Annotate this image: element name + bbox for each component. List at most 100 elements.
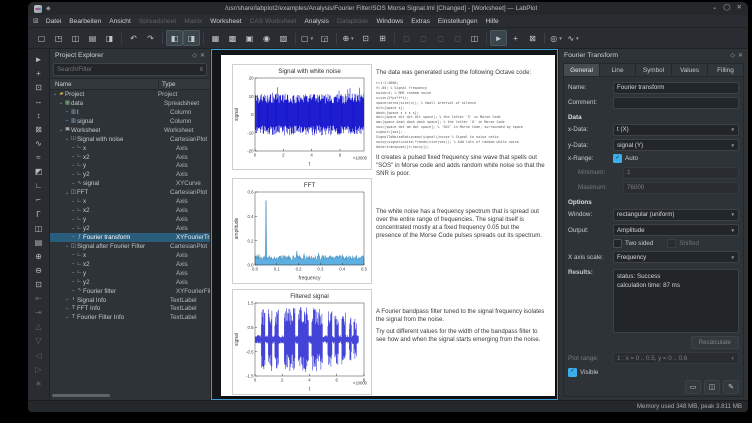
tree-row[interactable]: –∟x2Axis xyxy=(50,206,210,215)
tab-filling[interactable]: Filling xyxy=(708,63,744,77)
print-preview-icon[interactable]: ◨ xyxy=(101,30,118,46)
two-sided-checkbox[interactable] xyxy=(613,239,622,248)
maximize-icon[interactable]: ◯ xyxy=(723,5,730,12)
zoom-mode-icon[interactable]: ⊕▼ xyxy=(340,30,357,46)
tree-row[interactable]: –∟xAxis xyxy=(50,251,210,260)
minimize-icon[interactable]: ⌄ xyxy=(712,5,717,12)
comment-field[interactable] xyxy=(613,97,739,109)
new-project-icon[interactable]: ▢ xyxy=(33,30,50,46)
tree-row[interactable]: –∟y2Axis xyxy=(50,224,210,233)
tree-row[interactable]: –∟x2Axis xyxy=(50,153,210,162)
visible-checkbox[interactable]: ✓ xyxy=(568,368,577,377)
plot-fft[interactable]: FFT0.00.20.40.60.00.10.20.30.40.5amplitu… xyxy=(232,178,372,284)
close-dock-icon[interactable]: ✕ xyxy=(738,52,743,59)
float-dock-icon[interactable]: ◇ xyxy=(192,52,197,59)
search-input[interactable] xyxy=(57,66,197,73)
menu-item-extras[interactable]: Extras xyxy=(407,18,434,25)
print-icon[interactable]: ▤ xyxy=(84,30,101,46)
toggle-project-explorer-icon[interactable]: ◧ xyxy=(166,30,183,46)
add-horizontal-axis-icon[interactable]: ⌐ xyxy=(31,193,46,207)
tree-row[interactable]: –∿signalXYCurve xyxy=(50,179,210,188)
tab-values[interactable]: Values xyxy=(672,63,708,77)
tree-row[interactable]: ⌄▣WorksheetWorksheet xyxy=(50,126,210,135)
select-icon[interactable]: ► xyxy=(31,52,46,66)
crosshair-mode-icon[interactable]: + xyxy=(507,30,524,46)
load-template-icon[interactable]: ▭ xyxy=(685,380,701,394)
zoom-in-icon[interactable]: ⊕ xyxy=(31,249,46,263)
close-icon[interactable]: ✕ xyxy=(737,5,742,12)
new-datapicker-icon[interactable]: ◉ xyxy=(258,30,275,46)
new-note-icon[interactable]: ▧ xyxy=(275,30,292,46)
worksheet-view[interactable]: The data was generated using the followi… xyxy=(211,49,558,400)
menu-item-bearbeiten[interactable]: Bearbeiten xyxy=(65,18,105,25)
column-header-name[interactable]: Name xyxy=(50,81,159,88)
tree-row[interactable]: –ƒFourier transformXYFourierTransformCur… xyxy=(50,233,210,242)
zoom-select-region-icon[interactable]: ⊡ xyxy=(31,80,46,94)
name-field[interactable] xyxy=(613,82,739,94)
add-equation-curve-icon[interactable]: ≈ xyxy=(31,151,46,165)
menu-item-ansicht[interactable]: Ansicht xyxy=(105,18,135,25)
recalculate-button[interactable]: Recalculate xyxy=(691,336,739,349)
zoom-select-icon[interactable]: ⊞ xyxy=(374,30,391,46)
menu-item-worksheet[interactable]: Worksheet xyxy=(206,18,245,25)
tree-row[interactable]: –TFFT InfoTextLabel xyxy=(50,305,210,314)
tree-row[interactable]: ⌄▦dataSpreadsheet xyxy=(50,99,210,108)
tree-row[interactable]: –∟xAxis xyxy=(50,197,210,206)
xdata-combo[interactable]: t (X)▼ xyxy=(613,124,739,136)
add-legend-icon[interactable]: ▤ xyxy=(31,235,46,249)
zoom-x-region-icon[interactable]: ↔ xyxy=(31,94,46,108)
tree-row[interactable]: –∟yAxis xyxy=(50,269,210,278)
new-worksheet-icon[interactable]: ▣ xyxy=(241,30,258,46)
window-combo[interactable]: rectangular (uniform)▼ xyxy=(613,209,739,221)
tree-column-headers[interactable]: Name Type xyxy=(50,78,210,90)
import-icon[interactable]: ◲ xyxy=(316,30,333,46)
document-menu-icon[interactable]: ⊠ xyxy=(33,17,39,25)
tree-row[interactable]: ⌄▰ProjectProject xyxy=(50,90,210,99)
add-plot-icon[interactable]: ◫ xyxy=(31,221,46,235)
tree-row[interactable]: –∟y2Axis xyxy=(50,170,210,179)
export-worksheet-icon[interactable]: ◫ xyxy=(466,30,483,46)
scrollbar-thumb[interactable] xyxy=(52,394,110,397)
tree-row[interactable]: –∿Fourier filterXYFourierFilterCurve xyxy=(50,287,210,296)
tree-row[interactable]: –TFourier Filter InfoTextLabel xyxy=(50,313,210,322)
auto-checkbox[interactable]: ✓ xyxy=(613,154,622,163)
zoom-fit-icon[interactable]: ⊡ xyxy=(357,30,374,46)
tree-row[interactable]: –∟y2Axis xyxy=(50,278,210,287)
auto-scale-icon[interactable]: ⊠ xyxy=(31,122,46,136)
column-header-type[interactable]: Type xyxy=(159,81,210,88)
comment-input[interactable] xyxy=(617,99,735,106)
horizontal-scrollbar[interactable] xyxy=(52,393,208,398)
menu-item-hilfe[interactable]: Hilfe xyxy=(482,18,503,25)
tree-row[interactable]: ⌄◫Signal after Fourier FilterCartesianPl… xyxy=(50,242,210,251)
add-curve-icon[interactable]: ∿ xyxy=(31,137,46,151)
new-matrix-icon[interactable]: ▩ xyxy=(224,30,241,46)
zoom-region-mode-icon[interactable]: ⊠ xyxy=(524,30,541,46)
zoom-fit-icon[interactable]: ⊡ xyxy=(31,278,46,292)
new-spreadsheet-icon[interactable]: ▦ xyxy=(207,30,224,46)
tree-row[interactable]: –∟x2Axis xyxy=(50,260,210,269)
float-dock-icon[interactable]: ◇ xyxy=(730,52,735,59)
search-filter-box[interactable]: ≡ xyxy=(53,63,207,76)
tab-line[interactable]: Line xyxy=(600,63,636,77)
tree-row[interactable]: –∟yAxis xyxy=(50,162,210,171)
redo-icon[interactable]: ↷ xyxy=(142,30,159,46)
crosshair-icon[interactable]: + xyxy=(31,66,46,80)
save-template-icon[interactable]: ◫ xyxy=(704,380,720,394)
tree-row[interactable]: ⌄◫FFTCartesianPlot xyxy=(50,188,210,197)
save-project-icon[interactable]: ◫ xyxy=(67,30,84,46)
output-combo[interactable]: Amplitude▼ xyxy=(613,224,739,236)
menu-item-windows[interactable]: Windows xyxy=(372,18,407,25)
tab-general[interactable]: General xyxy=(563,63,600,77)
ydata-combo[interactable]: signal (Y)▼ xyxy=(613,139,739,151)
add-curve-icon[interactable]: ∿▼ xyxy=(565,30,582,46)
tree-row[interactable]: ⌄◫Signal with noiseCartesianPlot xyxy=(50,135,210,144)
magnification-icon[interactable]: ◎▼ xyxy=(548,30,565,46)
tree-row[interactable]: –▥signalColumn xyxy=(50,117,210,126)
new-object-icon[interactable]: ▢▼ xyxy=(299,30,316,46)
zoom-out-icon[interactable]: ⊖ xyxy=(31,263,46,277)
add-histogram-icon[interactable]: ◩ xyxy=(31,165,46,179)
zoom-y-region-icon[interactable]: ↕ xyxy=(31,108,46,122)
plot-signal-with-white-noise[interactable]: Signal with white noise-20-10010200246si… xyxy=(232,64,372,170)
toggle-properties-explorer-icon[interactable]: ◨ xyxy=(183,30,200,46)
tree-row[interactable]: –∟xAxis xyxy=(50,144,210,153)
